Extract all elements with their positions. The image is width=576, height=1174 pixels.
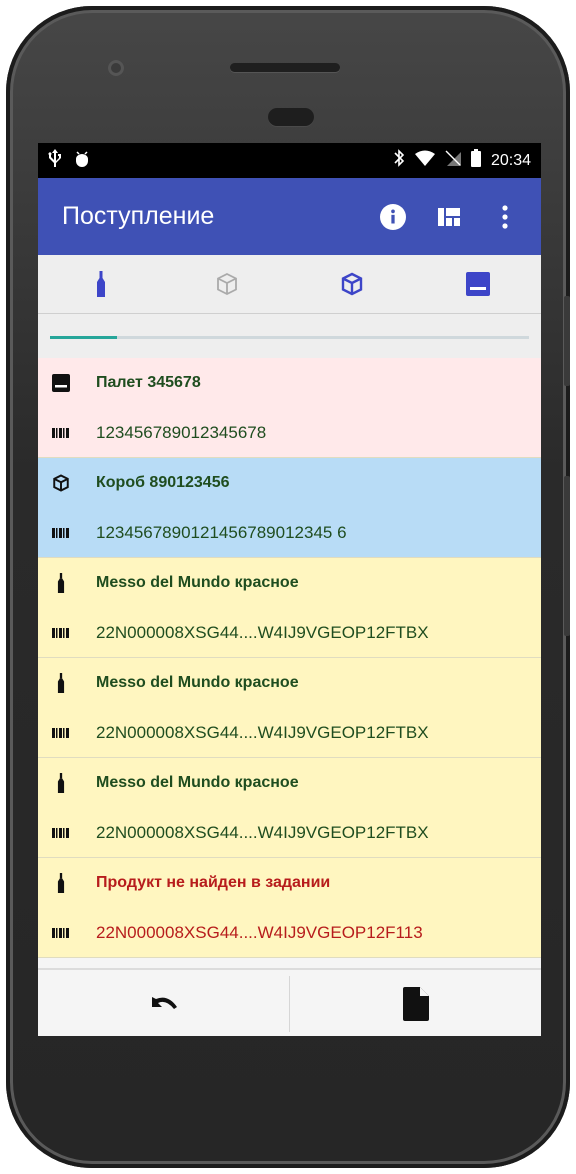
bottle-icon: [52, 773, 70, 793]
item-code: 22N000008XSG44....W4IJ9VGEOP12F113: [96, 923, 423, 942]
info-button[interactable]: [373, 197, 413, 237]
tab-boxes[interactable]: [290, 255, 416, 313]
status-bar: 20:34: [38, 143, 541, 178]
progress-fill: [50, 336, 118, 339]
list-item-bottle[interactable]: Messo del Mundo красное 22N000008XSG44..…: [38, 658, 541, 758]
bottle-icon: [52, 573, 70, 593]
box-icon: [52, 474, 70, 492]
info-icon: [380, 203, 406, 230]
item-name: Messo del Mundo красное: [96, 574, 299, 591]
bottle-icon: [52, 673, 70, 693]
bottom-action-bar: [38, 968, 541, 1036]
barcode-icon: [52, 424, 70, 442]
page-title: Поступление: [62, 202, 215, 230]
tab-bottles[interactable]: [38, 255, 164, 313]
item-code: 123456789012345678: [96, 423, 267, 442]
item-name: Продукт не найден в задании: [96, 874, 331, 891]
volume-button: [564, 476, 570, 636]
pallet-icon: [52, 374, 70, 392]
tab-pallets[interactable]: [415, 255, 541, 313]
wifi-icon: [414, 150, 435, 171]
front-camera: [108, 60, 124, 76]
progress-area: [38, 314, 541, 358]
more-vert-icon: [502, 204, 508, 229]
document-button[interactable]: [290, 970, 541, 1036]
item-name: Короб 890123456: [96, 474, 230, 491]
undo-button[interactable]: [38, 970, 289, 1036]
list-item-box[interactable]: Короб 890123456 123456789012145678901234…: [38, 458, 541, 558]
barcode-icon: [52, 524, 70, 542]
bottle-icon: [96, 271, 105, 297]
item-code: 22N000008XSG44....W4IJ9VGEOP12FTBX: [96, 623, 429, 642]
scan-list: Палет 345678 123456789012345678 Короб 89…: [38, 358, 541, 958]
box-icon: [342, 272, 363, 296]
battery-icon: [470, 149, 481, 172]
pallet-icon: [466, 272, 491, 296]
list-item-bottle[interactable]: Messo del Mundo красное 22N000008XSG44..…: [38, 758, 541, 858]
item-code: 1234567890121456789012345 6: [96, 523, 347, 542]
bottle-icon: [52, 873, 70, 893]
item-code: 22N000008XSG44....W4IJ9VGEOP12FTBX: [96, 823, 429, 842]
barcode-icon: [52, 924, 70, 942]
barcode-icon: [52, 624, 70, 642]
view-quilt-icon: [438, 207, 460, 226]
status-time: 20:34: [490, 151, 531, 169]
progress-track: [50, 336, 529, 339]
layout-button[interactable]: [429, 197, 469, 237]
document-icon: [402, 987, 429, 1021]
item-name: Палет 345678: [96, 374, 201, 391]
barcode-icon: [52, 724, 70, 742]
undo-icon: [151, 997, 177, 1009]
tab-boxes-outline[interactable]: [164, 255, 290, 313]
bluetooth-icon: [393, 149, 405, 172]
list-item-bottle-error[interactable]: Продукт не найден в задании 22N000008XSG…: [38, 858, 541, 958]
item-name: Messo del Mundo красное: [96, 774, 299, 791]
android-debug-icon: [74, 149, 90, 172]
proximity-sensor: [268, 108, 314, 126]
screen: 20:34 Поступление Палет 345678 123456789…: [38, 143, 541, 1036]
item-name: Messo del Mundo красное: [96, 674, 299, 691]
box-outline-icon: [216, 272, 237, 296]
no-sim-icon: [445, 150, 461, 171]
app-bar: Поступление: [38, 178, 541, 255]
list-item-pallet[interactable]: Палет 345678 123456789012345678: [38, 358, 541, 458]
list-item-bottle[interactable]: Messo del Mundo красное 22N000008XSG44..…: [38, 558, 541, 658]
more-options-button[interactable]: [485, 197, 525, 237]
earpiece-speaker: [230, 63, 340, 72]
power-button: [564, 296, 570, 386]
usb-icon: [48, 149, 62, 172]
item-code: 22N000008XSG44....W4IJ9VGEOP12FTBX: [96, 723, 429, 742]
barcode-icon: [52, 824, 70, 842]
filter-tabs: [38, 255, 541, 314]
